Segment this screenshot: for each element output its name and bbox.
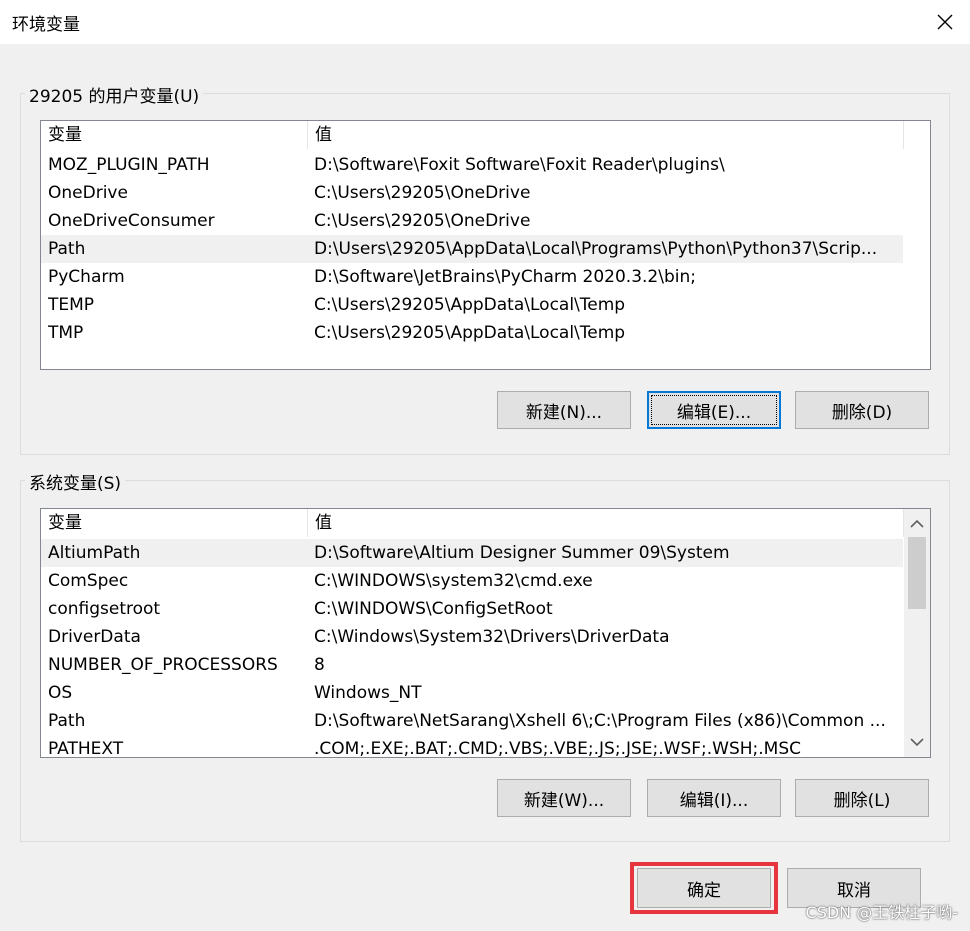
user-vars-header: 变量 值 bbox=[41, 121, 930, 149]
variable-value-cell: D:\Software\JetBrains\PyCharm 2020.3.2\b… bbox=[314, 267, 696, 287]
user-vars-legend: 29205 的用户变量(U) bbox=[25, 82, 204, 107]
variable-name-cell: configsetroot bbox=[48, 599, 161, 619]
user-delete-button[interactable]: 删除(D) bbox=[795, 391, 929, 429]
table-row[interactable]: TEMP C:\Users\29205\AppData\Local\Temp bbox=[41, 291, 903, 319]
close-button[interactable] bbox=[920, 0, 970, 44]
variable-name-cell: PyCharm bbox=[48, 267, 125, 287]
variable-value-cell: C:\WINDOWS\system32\cmd.exe bbox=[314, 571, 593, 591]
table-row[interactable]: OneDriveConsumer C:\Users\29205\OneDrive bbox=[41, 207, 903, 235]
variable-name-cell: MOZ_PLUGIN_PATH bbox=[48, 155, 210, 175]
system-new-button[interactable]: 新建(W)... bbox=[497, 779, 631, 817]
table-row[interactable]: configsetroot C:\WINDOWS\ConfigSetRoot bbox=[41, 595, 903, 623]
ok-highlight-annotation bbox=[630, 862, 778, 914]
chevron-up-icon bbox=[910, 519, 924, 528]
system-vars-scrollbar[interactable] bbox=[904, 509, 930, 757]
variable-name-cell: AltiumPath bbox=[48, 543, 141, 563]
variable-value-cell: C:\Windows\System32\Drivers\DriverData bbox=[314, 627, 670, 647]
variable-name-cell: TEMP bbox=[48, 295, 95, 315]
table-row[interactable]: Path D:\Users\29205\AppData\Local\Program… bbox=[41, 235, 903, 263]
title-bar: 环境变量 bbox=[0, 0, 970, 44]
table-row[interactable]: AltiumPath D:\Software\Altium Designer Su… bbox=[41, 539, 903, 567]
variable-name-cell: Path bbox=[48, 711, 86, 731]
variable-name-cell: NUMBER_OF_PROCESSORS bbox=[48, 655, 278, 675]
variable-value-cell: C:\Users\29205\OneDrive bbox=[314, 211, 531, 231]
window-title: 环境变量 bbox=[12, 15, 80, 35]
variable-name-cell: OneDriveConsumer bbox=[48, 211, 215, 231]
system-edit-button[interactable]: 编辑(I)... bbox=[647, 779, 781, 817]
table-row[interactable]: PyCharm D:\Software\JetBrains\PyCharm 202… bbox=[41, 263, 903, 291]
table-row[interactable]: MOZ_PLUGIN_PATH D:\Software\Foxit Softwar… bbox=[41, 151, 903, 179]
chevron-down-icon bbox=[910, 738, 924, 747]
variable-name-cell: ComSpec bbox=[48, 571, 129, 591]
table-row[interactable]: OneDrive C:\Users\29205\OneDrive bbox=[41, 179, 903, 207]
variable-value-cell: D:\Users\29205\AppData\Local\Programs\Py… bbox=[314, 239, 878, 259]
user-edit-button[interactable]: 编辑(E)... bbox=[647, 391, 781, 429]
focus-ring bbox=[651, 395, 777, 425]
variable-value-cell: C:\Users\29205\AppData\Local\Temp bbox=[314, 323, 626, 343]
variable-value-cell: C:\Users\29205\OneDrive bbox=[314, 183, 531, 203]
table-row[interactable]: DriverData C:\Windows\System32\Drivers\Dr… bbox=[41, 623, 903, 651]
variable-name-cell: OneDrive bbox=[48, 183, 128, 203]
system-vars-legend: 系统变量(S) bbox=[25, 469, 126, 494]
table-row[interactable]: NUMBER_OF_PROCESSORS 8 bbox=[41, 651, 903, 679]
variable-value-cell: Windows_NT bbox=[314, 683, 422, 703]
scroll-down-button[interactable] bbox=[904, 729, 930, 755]
variable-name-cell: TMP bbox=[48, 323, 84, 343]
system-vars-header: 变量 值 bbox=[41, 509, 904, 537]
table-row[interactable]: TMP C:\Users\29205\AppData\Local\Temp bbox=[41, 319, 903, 347]
variable-name-cell: OS bbox=[48, 683, 73, 703]
system-vars-list[interactable]: 变量 值 AltiumPath D:\Software\Altium Design… bbox=[40, 508, 931, 758]
user-vars-list[interactable]: 变量 值 MOZ_PLUGIN_PATH D:\Software\Foxit So… bbox=[40, 120, 931, 370]
variable-value-cell: D:\Software\NetSarang\Xshell 6\;C:\Progr… bbox=[314, 711, 886, 731]
close-icon bbox=[937, 14, 953, 30]
variable-value-cell: D:\Software\Foxit Software\Foxit Reader\… bbox=[314, 155, 725, 175]
variable-name-cell: Path bbox=[48, 239, 86, 259]
user-new-button[interactable]: 新建(N)... bbox=[497, 391, 631, 429]
system-delete-button[interactable]: 删除(L) bbox=[795, 779, 929, 817]
variable-value-cell: .COM;.EXE;.BAT;.CMD;.VBS;.VBE;.JS;.JSE;.… bbox=[314, 739, 802, 758]
table-row[interactable]: Path D:\Software\NetSarang\Xshell 6\;C:\P… bbox=[41, 707, 903, 735]
variable-name-cell: PATHEXT bbox=[48, 739, 124, 758]
column-header-variable[interactable]: 变量 bbox=[41, 509, 308, 537]
column-header-value[interactable]: 值 bbox=[308, 121, 904, 149]
scroll-thumb[interactable] bbox=[908, 537, 926, 609]
variable-value-cell: C:\WINDOWS\ConfigSetRoot bbox=[314, 599, 553, 619]
table-row[interactable]: OS Windows_NT bbox=[41, 679, 903, 707]
watermark: CSDN @王铁柱子哟- bbox=[805, 903, 958, 922]
table-row[interactable]: ComSpec C:\WINDOWS\system32\cmd.exe bbox=[41, 567, 903, 595]
variable-value-cell: 8 bbox=[314, 655, 325, 675]
column-header-value[interactable]: 值 bbox=[308, 509, 904, 537]
scroll-up-button[interactable] bbox=[904, 511, 930, 537]
variable-value-cell: C:\Users\29205\AppData\Local\Temp bbox=[314, 295, 626, 315]
column-header-variable[interactable]: 变量 bbox=[41, 121, 308, 149]
variable-name-cell: DriverData bbox=[48, 627, 141, 647]
table-row[interactable]: PATHEXT .COM;.EXE;.BAT;.CMD;.VBS;.VBE;.JS… bbox=[41, 735, 903, 758]
variable-value-cell: D:\Software\Altium Designer Summer 09\Sy… bbox=[314, 543, 730, 563]
